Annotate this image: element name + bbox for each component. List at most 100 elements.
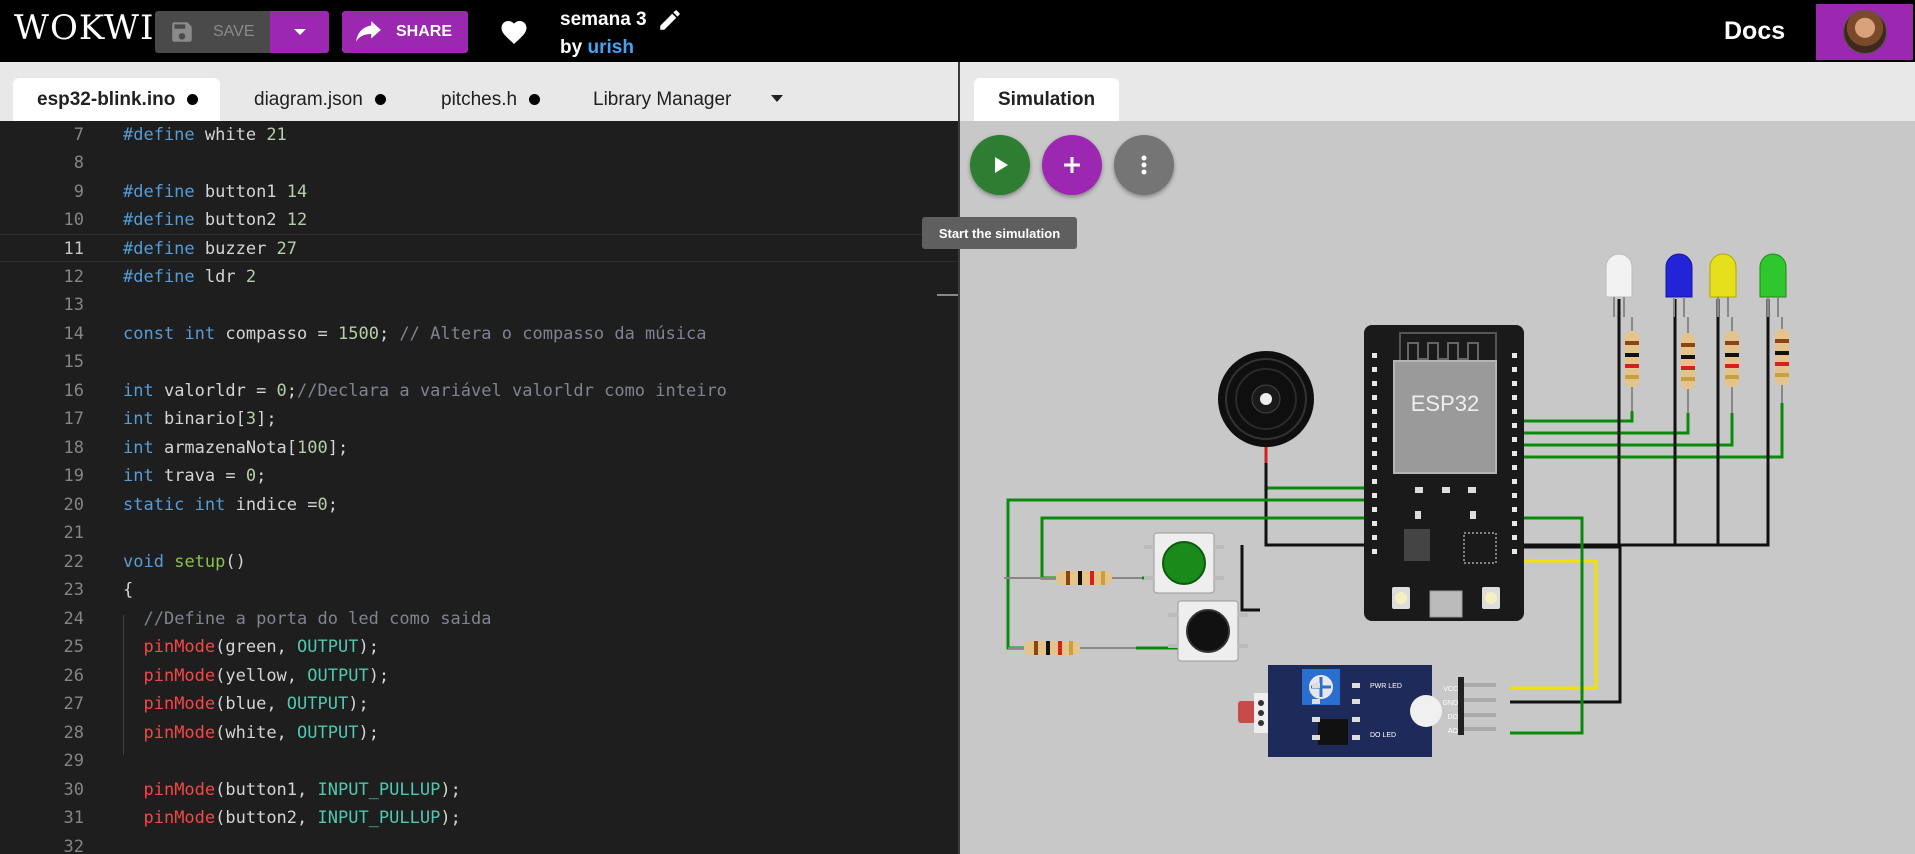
sensor-pin-label: GND [1442,700,1458,707]
resistor-blue-led [1681,317,1695,413]
code-line-current: 11 #define buzzer 27 [0,234,958,262]
pushbutton-green [1144,532,1224,594]
code-line: 7 #define white 21 [0,121,958,149]
tab-label: diagram.json [254,88,363,110]
simulation-menu-button[interactable] [1114,135,1174,195]
photoresistor-module: PWR LED DO LED VCC GND DO AO [1238,665,1496,757]
resistor-button1 [1004,571,1142,585]
line-number: 28 [63,723,84,743]
code-text: const int compasso = 1500; // Altera o c… [123,324,707,344]
led-green [1759,253,1787,317]
line-number: 20 [63,495,84,515]
project-title[interactable]: semana 3 [560,7,683,33]
code-line: 20 static int indice =0; [0,491,958,519]
heart-icon [501,21,527,44]
esp32-board: ESP32 [1364,325,1524,621]
wire-white-led [1520,411,1634,423]
line-number: 29 [63,751,84,771]
line-number: 14 [63,324,84,344]
add-part-button[interactable] [1042,135,1102,195]
top-bar: WOKWI SAVE SHARE semana 3 by urish Docs [0,0,1915,62]
code-line: 27 pinMode(blue, OUTPUT); [0,690,958,718]
code-line: 13 [0,291,958,319]
led-yellow [1709,253,1737,317]
code-line: 12 #define ldr 2 [0,263,958,291]
like-button[interactable] [499,17,529,50]
tabs-more-chevron-icon[interactable] [771,95,783,102]
code-text: #define buzzer 27 [123,239,298,259]
docs-link[interactable]: Docs [1724,17,1785,46]
line-number: 31 [63,808,84,828]
code-text: void setup() [123,552,246,572]
line-number: 15 [63,352,84,372]
wire-blue-led [1520,413,1690,435]
start-simulation-tooltip: Start the simulation [922,217,1077,249]
line-number: 12 [63,267,84,287]
line-number: 10 [63,210,84,230]
code-text: int binario[3]; [123,409,277,429]
line-number: 30 [63,780,84,800]
code-line: 23 { [0,576,958,604]
code-text: pinMode(green, OUTPUT); [143,637,379,657]
line-number: 27 [63,694,84,714]
code-line: 22 void setup() [0,548,958,576]
code-line: 30 pinMode(button1, INPUT_PULLUP); [0,776,958,804]
sensor-pin-label: DO LED [1370,732,1396,739]
code-text: #define button2 12 [123,210,308,230]
share-button[interactable]: SHARE [342,11,468,53]
led-blue [1665,253,1693,317]
code-line: 29 [0,747,958,775]
wokwi-logo[interactable]: WOKWI [14,8,154,48]
tab-pitches-h[interactable]: pitches.h [441,78,541,121]
code-text: #define button1 14 [123,182,308,202]
code-text: static int indice =0; [123,495,339,515]
tab-esp32-blink-ino[interactable]: esp32-blink.ino [13,78,221,121]
pushbutton-black [1168,600,1248,662]
board-label: ESP32 [1411,391,1480,416]
code-text: pinMode(yellow, OUTPUT); [143,666,390,686]
buzzer [1218,351,1314,463]
code-line: 17 int binario[3]; [0,405,958,433]
more-vertical-icon [1141,155,1147,175]
plus-icon [1064,157,1080,173]
author-link[interactable]: urish [587,37,633,58]
project-title-text: semana 3 [560,9,647,30]
tab-simulation[interactable]: Simulation [974,78,1120,121]
code-line: 19 int trava = 0; [0,462,958,490]
tab-label: esp32-blink.ino [37,88,176,110]
code-line: 10 #define button2 12 [0,206,958,234]
simulation-canvas[interactable]: ESP32 PWR LED DO LED VCC GND DO AO [960,121,1915,854]
resistor-white-led [1625,317,1639,411]
line-number: 11 [63,239,84,259]
code-editor[interactable]: 7 #define white 21 8 9 #define button1 14 … [0,121,958,854]
indent-guide [123,615,124,755]
code-text: pinMode(button2, INPUT_PULLUP); [143,808,461,828]
code-line: 28 pinMode(white, OUTPUT); [0,719,958,747]
code-text: int armazenaNota[100]; [123,438,349,458]
unsaved-dot-icon [374,94,386,105]
code-line: 8 [0,149,958,177]
wire-btn-gnd [1240,545,1260,612]
code-line: 14 const int compasso = 1500; // Altera o… [0,320,958,348]
scrollbar-marker[interactable] [937,294,958,296]
tab-library-manager[interactable]: Library Manager [593,78,731,121]
resistor-green-led [1775,317,1789,403]
tab-label: pitches.h [441,88,518,110]
code-text: #define white 21 [123,125,287,145]
sensor-pin-label: DO [1448,714,1459,721]
line-number: 17 [63,409,84,429]
line-number: 18 [63,438,84,458]
code-line: 9 #define button1 14 [0,178,958,206]
code-text: #define ldr 2 [123,267,257,287]
code-text: int valorldr = 0;//Declara a variável va… [123,381,727,401]
code-line: 32 [0,833,958,854]
tab-diagram-json[interactable]: diagram.json [254,78,386,121]
simulation-tab-bar: Simulation [960,62,1915,121]
start-simulation-button[interactable] [970,135,1030,195]
user-menu-button[interactable] [1816,4,1913,60]
avatar [1842,10,1887,54]
pencil-icon[interactable] [657,7,683,33]
save-button[interactable]: SAVE [155,11,270,53]
save-options-button[interactable] [270,11,329,53]
code-line: 18 int armazenaNota[100]; [0,434,958,462]
